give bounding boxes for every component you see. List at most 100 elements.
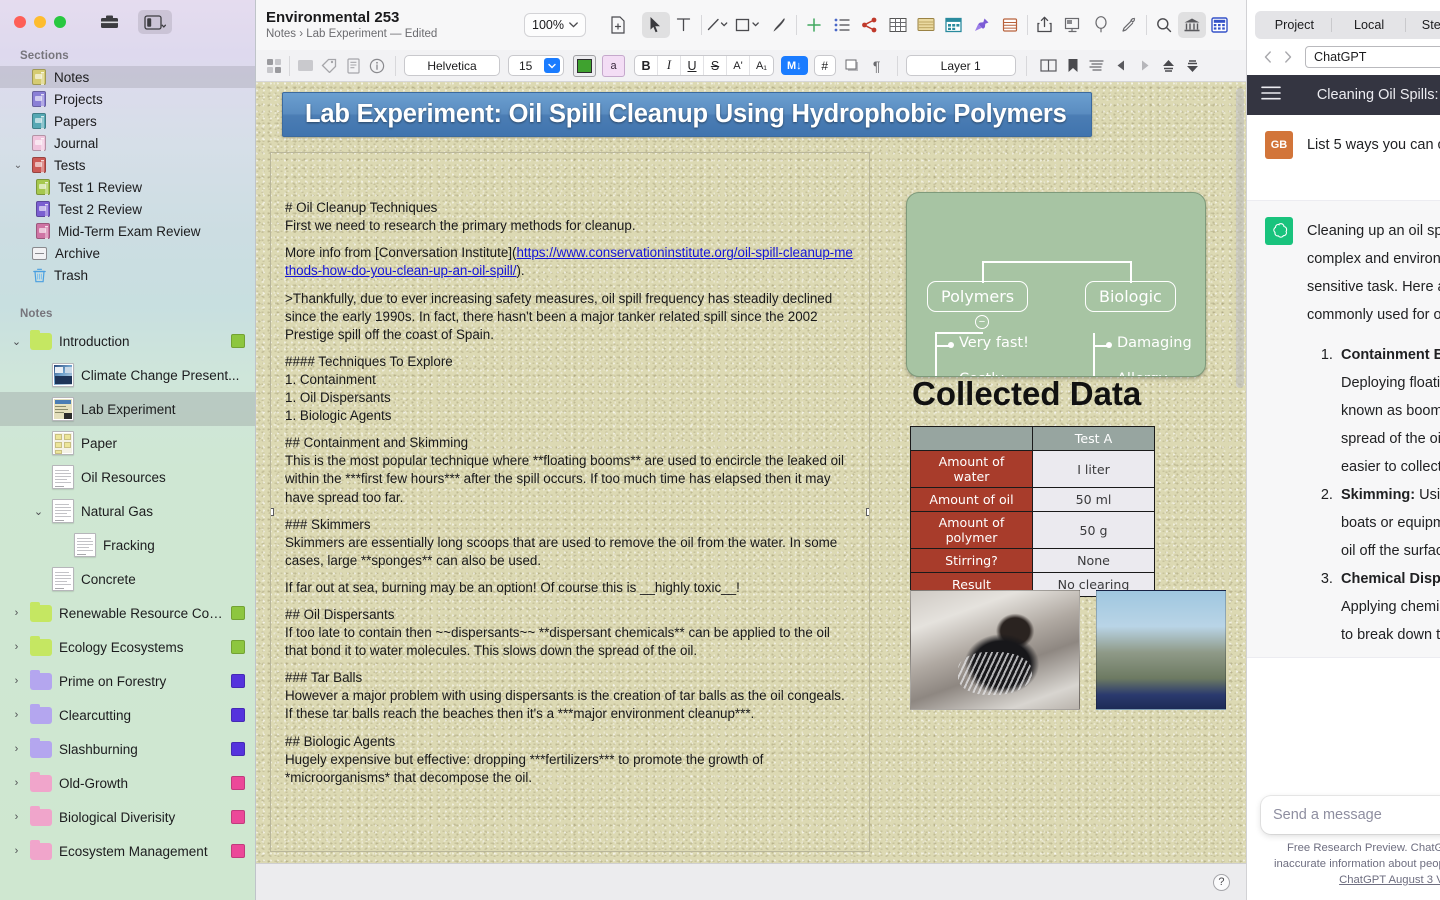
help-button[interactable]: ? <box>1213 874 1230 891</box>
sidebar-note-concrete[interactable]: ›Concrete <box>0 562 255 596</box>
bookmark-icon[interactable] <box>1061 55 1085 77</box>
hamburger-menu-icon[interactable] <box>1261 86 1281 105</box>
sidebar-section-trash[interactable]: ›Trash <box>0 264 255 286</box>
stack-icon[interactable] <box>912 12 940 38</box>
mindmap-object[interactable]: Polymers Biologic − Very fast! Costly <box>906 192 1206 377</box>
shape-tool-icon[interactable] <box>733 12 765 38</box>
sidebar-section-tests[interactable]: ⌄Tests <box>0 154 255 176</box>
collected-data-table[interactable]: Test AAmount of waterI literAmount of oi… <box>910 426 1155 597</box>
sidebar-note-natural-gas[interactable]: ⌄Natural Gas <box>0 494 255 528</box>
sidebar-note-climate-change-present[interactable]: ›Climate Change Present... <box>0 358 255 392</box>
markdown-toggle-button[interactable]: M↓ <box>781 56 808 75</box>
version-link[interactable]: ChatGPT August 3 Version <box>1339 874 1440 886</box>
add-icon[interactable] <box>800 12 828 38</box>
disclosure-triangle-icon[interactable]: › <box>10 777 23 789</box>
canvas-scroll-area[interactable]: Lab Experiment: Oil Spill Cleanup Using … <box>256 82 1246 863</box>
send-back-icon[interactable] <box>1181 55 1205 77</box>
mindmap-leaf[interactable]: Damaging <box>1117 335 1192 351</box>
rectangle-icon[interactable] <box>293 55 317 77</box>
disclosure-triangle-icon[interactable]: ⌄ <box>12 160 24 171</box>
mindmap-node-polymers[interactable]: Polymers <box>927 281 1028 312</box>
text-highlight-swatch[interactable]: a <box>602 55 625 77</box>
next-icon[interactable] <box>1133 55 1157 77</box>
sidebar-note-renewable-resource-con[interactable]: ›Renewable Resource Con... <box>0 596 255 630</box>
text-style-buttons[interactable]: B I U S A' A₁ <box>634 55 774 76</box>
note-color-swatch[interactable] <box>231 776 245 790</box>
shadow-icon[interactable] <box>841 55 865 77</box>
message-input[interactable]: Send a message <box>1261 796 1440 834</box>
library-icon[interactable] <box>1178 12 1206 38</box>
tab-project[interactable]: Project <box>1257 13 1332 37</box>
grid-view-icon[interactable] <box>262 55 286 77</box>
pen-tool-icon[interactable] <box>765 12 793 38</box>
sidebar-note-slashburning[interactable]: ›Slashburning <box>0 732 255 766</box>
sidebar-note-old-growth[interactable]: ›Old-Growth <box>0 766 255 800</box>
disclosure-triangle-icon[interactable]: ⌄ <box>10 335 23 348</box>
collected-data-title[interactable]: Collected Data <box>912 375 1141 413</box>
table-row[interactable]: Stirring?None <box>911 549 1155 573</box>
zoom-level-control[interactable]: 100% <box>524 13 586 37</box>
table-row[interactable]: Amount of waterI liter <box>911 451 1155 488</box>
table-row[interactable]: Amount of polymer50 g <box>911 512 1155 549</box>
strikethrough-button[interactable]: S <box>704 56 727 75</box>
disclosure-triangle-icon[interactable]: › <box>10 811 23 823</box>
balloon-icon[interactable] <box>1087 12 1115 38</box>
split-view-icon[interactable] <box>1037 55 1061 77</box>
shoreline-photo[interactable] <box>1096 590 1226 710</box>
sidebar-note-prime-on-forestry[interactable]: ›Prime on Forestry <box>0 664 255 698</box>
calculator-icon[interactable] <box>1206 12 1234 38</box>
zoom-window-button[interactable] <box>54 16 66 28</box>
note-color-swatch[interactable] <box>231 708 245 722</box>
pointer-icon[interactable] <box>642 12 670 38</box>
share-icon[interactable] <box>856 12 884 38</box>
text-tool-icon[interactable] <box>670 12 698 38</box>
new-page-icon[interactable] <box>604 12 632 38</box>
sidebar-layout-icon[interactable] <box>138 10 172 34</box>
disclosure-triangle-icon[interactable]: › <box>10 607 23 619</box>
disclosure-triangle-icon[interactable]: › <box>10 709 23 721</box>
pin-icon[interactable] <box>968 12 996 38</box>
sidebar-note-ecology-ecosystems[interactable]: ›Ecology Ecosystems <box>0 630 255 664</box>
info-icon[interactable] <box>365 55 389 77</box>
grid-icon[interactable] <box>940 12 968 38</box>
search-icon[interactable] <box>1150 12 1178 38</box>
table-row[interactable]: Amount of oil50 ml <box>911 488 1155 512</box>
sidebar-section-test-1-review[interactable]: Test 1 Review <box>0 176 255 198</box>
fill-color-swatch[interactable] <box>573 55 596 77</box>
sidebar-note-fracking[interactable]: ›Fracking <box>0 528 255 562</box>
disclosure-triangle-icon[interactable]: › <box>10 641 23 653</box>
index-card-icon[interactable] <box>996 12 1024 38</box>
disclosure-triangle-icon[interactable]: ⌄ <box>32 505 45 518</box>
bring-front-icon[interactable] <box>1157 55 1181 77</box>
tab-local[interactable]: Local <box>1332 13 1407 37</box>
resize-handle-left[interactable] <box>270 508 274 516</box>
list-icon[interactable] <box>828 12 856 38</box>
font-size-stepper[interactable] <box>544 58 560 73</box>
traffic-lights[interactable] <box>14 16 66 28</box>
disclosure-triangle-icon[interactable]: › <box>10 743 23 755</box>
note-color-swatch[interactable] <box>231 606 245 620</box>
note-color-swatch[interactable] <box>231 674 245 688</box>
chevron-left-icon[interactable] <box>1258 46 1278 68</box>
note-color-swatch[interactable] <box>231 334 245 348</box>
chatgpt-conversation[interactable]: GB List 5 ways you can clean an oil spil… <box>1247 115 1440 788</box>
mindmap-collapse-button[interactable]: − <box>975 315 989 329</box>
sidebar-section-projects[interactable]: ›Projects <box>0 88 255 110</box>
sidebar-section-test-2-review[interactable]: Test 2 Review <box>0 198 255 220</box>
note-color-swatch[interactable] <box>231 844 245 858</box>
sidebar-section-mid-term-exam-review[interactable]: Mid-Term Exam Review <box>0 220 255 242</box>
canvas[interactable]: Lab Experiment: Oil Spill Cleanup Using … <box>256 82 1246 863</box>
paragraph-mark-icon[interactable]: ¶ <box>865 55 889 77</box>
right-panel-tabs[interactable]: ProjectLocalStencilsSleuth <box>1255 11 1440 39</box>
export-icon[interactable] <box>1031 12 1059 38</box>
bold-button[interactable]: B <box>635 56 658 75</box>
sidebar-section-journal[interactable]: ›Journal <box>0 132 255 154</box>
align-icon[interactable] <box>1085 55 1109 77</box>
note-color-swatch[interactable] <box>231 742 245 756</box>
source-select[interactable]: ChatGPT <box>1305 46 1440 68</box>
subscript-button[interactable]: A₁ <box>750 56 773 75</box>
sidebar-note-oil-resources[interactable]: ›Oil Resources <box>0 460 255 494</box>
hash-button[interactable]: # <box>814 55 836 76</box>
sidebar-note-paper[interactable]: ›Paper <box>0 426 255 460</box>
tab-stencils[interactable]: Stencils <box>1406 13 1440 37</box>
